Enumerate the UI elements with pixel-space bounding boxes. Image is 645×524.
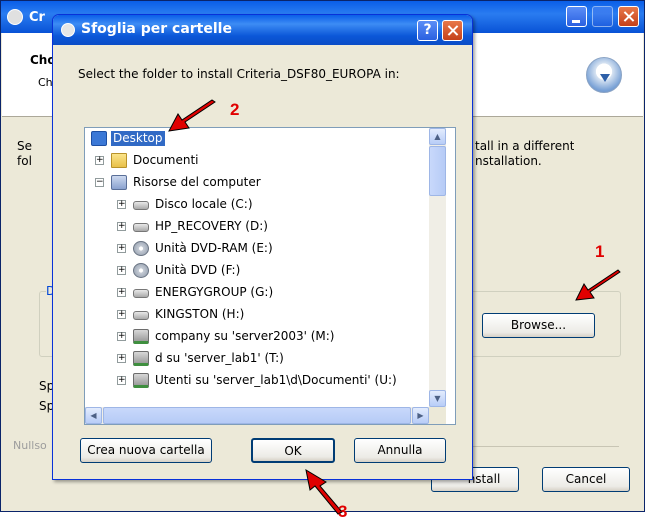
network-drive-icon [133, 373, 149, 388]
installer-close-button[interactable] [618, 6, 639, 27]
expand-toggle[interactable]: + [117, 310, 126, 319]
installer-text-right-2: nstallation. [475, 154, 542, 168]
scroll-right-button[interactable]: ▶ [412, 407, 429, 424]
nullsoft-label: Nullso [13, 439, 47, 452]
tree-item-label: KINGSTON (H:) [155, 307, 245, 321]
help-button[interactable]: ? [417, 20, 438, 41]
install-cd-icon [586, 57, 622, 93]
tree-item-label: Desktop [111, 131, 165, 146]
tree-item-label: Unità DVD (F:) [155, 263, 241, 277]
scroll-up-button[interactable]: ▲ [429, 128, 446, 145]
installer-text-left-1: Se [17, 139, 32, 153]
dialog-prompt: Select the folder to install Criteria_DS… [78, 67, 400, 81]
network-drive-icon [133, 329, 149, 344]
tree-item-drive-g[interactable]: + ENERGYGROUP (G:) [85, 282, 431, 304]
tree-item-drive-h[interactable]: + KINGSTON (H:) [85, 304, 431, 326]
dvd-icon [133, 263, 149, 278]
scroll-left-button[interactable]: ◀ [85, 407, 102, 424]
tree-item-label: Utenti su 'server_lab1\d\Documenti' (U:) [155, 373, 397, 387]
scroll-down-button[interactable]: ▼ [429, 390, 446, 407]
minimize-button[interactable] [566, 6, 587, 27]
browse-folder-dialog: Sfoglia per cartelle ? Select the folder… [52, 14, 473, 480]
tree-item-label: Disco locale (C:) [155, 197, 253, 211]
expand-toggle[interactable]: + [117, 332, 126, 341]
tree-item-label: d su 'server_lab1' (T:) [155, 351, 284, 365]
annotation-arrow-1 [575, 269, 621, 301]
annotation-marker-1: 1 [595, 242, 605, 261]
tree-item-desktop[interactable]: Desktop [85, 128, 431, 150]
computer-icon [111, 175, 127, 190]
dialog-cancel-button[interactable]: Annulla [354, 438, 446, 463]
network-drive-icon [133, 351, 149, 366]
tree-item-drive-m[interactable]: + company su 'server2003' (M:) [85, 326, 431, 348]
tree-item-documenti[interactable]: + Documenti [85, 150, 431, 172]
desktop-icon [91, 131, 107, 146]
tree-item-label: Unità DVD-RAM (E:) [155, 241, 273, 255]
drive-icon [133, 201, 149, 210]
expand-toggle[interactable]: + [117, 244, 126, 253]
annotation-marker-2: 2 [230, 100, 240, 119]
maximize-button[interactable] [592, 6, 613, 27]
installer-title: Cr [29, 10, 45, 25]
annotation-marker-3: 3 [338, 502, 348, 521]
tree-item-label: ENERGYGROUP (G:) [155, 285, 274, 299]
expand-toggle[interactable]: + [117, 288, 126, 297]
folder-icon [111, 153, 127, 168]
tree-item-drive-c[interactable]: + Disco locale (C:) [85, 194, 431, 216]
annotation-arrow-2 [168, 99, 216, 132]
expand-toggle[interactable]: + [117, 376, 126, 385]
tree-item-drive-u[interactable]: + Utenti su 'server_lab1\d\Documenti' (U… [85, 370, 431, 392]
tree-item-label: HP_RECOVERY (D:) [155, 219, 268, 233]
installer-cancel-button[interactable]: Cancel [542, 467, 630, 492]
horizontal-scrollbar[interactable]: ◀ ▶ [85, 407, 429, 424]
vertical-scroll-thumb[interactable] [429, 146, 446, 196]
scrollbar-corner [429, 407, 446, 424]
ok-button[interactable]: OK [251, 438, 335, 463]
drive-icon [133, 289, 149, 298]
expand-toggle[interactable]: + [95, 156, 104, 165]
dialog-close-button[interactable] [442, 20, 463, 41]
expand-toggle[interactable]: + [117, 266, 126, 275]
tree-item-risorse-computer[interactable]: − Risorse del computer [85, 172, 431, 194]
drive-icon [133, 223, 149, 232]
expand-toggle[interactable]: + [117, 222, 126, 231]
dialog-app-icon [61, 23, 75, 37]
tree-item-label: company su 'server2003' (M:) [155, 329, 335, 343]
dialog-title: Sfoglia per cartelle [81, 21, 232, 37]
installer-text-right-1: tall in a different [475, 139, 575, 153]
horizontal-scroll-thumb[interactable] [103, 407, 411, 424]
collapse-toggle[interactable]: − [95, 178, 104, 187]
browse-button[interactable]: Browse... [482, 313, 595, 338]
tree-item-drive-t[interactable]: + d su 'server_lab1' (T:) [85, 348, 431, 370]
tree-item-label: Documenti [133, 153, 199, 167]
tree-item-drive-d[interactable]: + HP_RECOVERY (D:) [85, 216, 431, 238]
tree-item-drive-e[interactable]: + Unità DVD-RAM (E:) [85, 238, 431, 260]
installer-text-left-2: fol [17, 154, 32, 168]
vertical-scrollbar[interactable]: ▲ ▼ [429, 128, 446, 407]
installer-app-icon [7, 9, 23, 25]
expand-toggle[interactable]: + [117, 354, 126, 363]
expand-toggle[interactable]: + [117, 200, 126, 209]
new-folder-button[interactable]: Crea nuova cartella [80, 438, 212, 463]
drive-icon [133, 311, 149, 320]
dvd-icon [133, 241, 149, 256]
tree-item-label: Risorse del computer [133, 175, 261, 189]
tree-item-drive-f[interactable]: + Unità DVD (F:) [85, 260, 431, 282]
folder-tree[interactable]: Desktop + Documenti − Risorse del comput… [84, 127, 456, 425]
dialog-titlebar: Sfoglia per cartelle ? [53, 15, 472, 45]
